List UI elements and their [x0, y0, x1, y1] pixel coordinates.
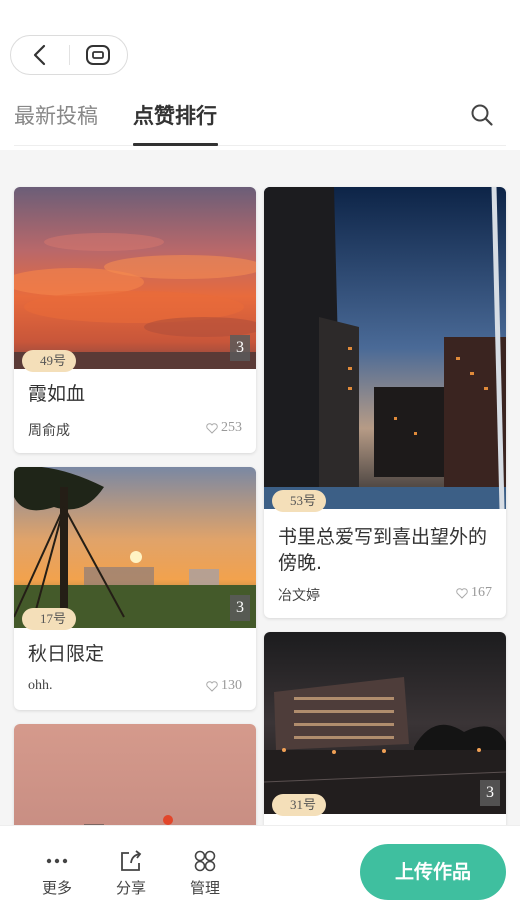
heart-icon	[206, 422, 218, 434]
back-button[interactable]	[11, 36, 69, 74]
photo-card[interactable]	[14, 724, 256, 825]
manage-label: 管理	[189, 879, 220, 897]
share-label: 分享	[115, 879, 146, 897]
entry-number-badge: 49号	[22, 350, 77, 372]
photo-card[interactable]: 31号 3	[264, 632, 506, 825]
image-count-badge: 3	[230, 595, 250, 621]
like-count[interactable]: 167	[456, 585, 492, 601]
upload-work-button[interactable]: 上传作品	[360, 844, 506, 900]
like-count-value: 167	[471, 585, 492, 600]
image-count-badge: 3	[480, 780, 500, 806]
nav-capsule	[10, 35, 128, 75]
card-title: 霞如血	[28, 383, 86, 405]
photo-autumn-sunset-tree	[14, 467, 256, 628]
card-author: ohh.	[28, 678, 53, 693]
tab-bar: 最新投稿 点赞排行	[0, 95, 520, 147]
tab-active-indicator	[133, 143, 218, 146]
photo-card[interactable]: 49号 3 霞如血 周俞成 253	[14, 187, 256, 453]
card-title: 书里总爱写到喜出望外的傍晚.	[278, 526, 488, 574]
photo-pink-sky	[14, 724, 256, 825]
heart-icon	[456, 587, 468, 599]
photo-feed[interactable]: 49号 3 霞如血 周俞成 253 53号 书里总爱写到喜出望外的傍晚. 冶文婷…	[0, 150, 520, 825]
search-icon	[471, 104, 493, 126]
entry-number-badge: 17号	[22, 608, 77, 630]
entry-number-badge: 31号	[272, 794, 327, 816]
entry-number-badge: 53号	[272, 490, 327, 512]
photo-card[interactable]: 17号 3 秋日限定 ohh. 130	[14, 467, 256, 710]
card-author: 周俞成	[28, 424, 70, 439]
more-label: 更多	[41, 879, 72, 897]
tab-divider	[14, 145, 506, 146]
chevron-left-icon	[33, 44, 45, 66]
manage-grid-icon	[194, 850, 216, 872]
photo-dusk-buildings	[264, 187, 506, 509]
heart-icon	[206, 680, 218, 692]
capsule-home-icon	[86, 45, 111, 65]
like-count-value: 130	[221, 678, 242, 693]
image-count-badge: 3	[230, 335, 250, 361]
manage-button[interactable]: 管理	[180, 848, 230, 898]
share-icon	[121, 850, 142, 871]
photo-sunset-clouds	[14, 187, 256, 369]
more-button[interactable]: 更多	[32, 848, 82, 898]
photo-card[interactable]: 53号 书里总爱写到喜出望外的傍晚. 冶文婷 167	[264, 187, 506, 618]
like-count[interactable]: 253	[206, 420, 242, 436]
photo-night-campus	[264, 632, 506, 814]
tab-latest[interactable]: 最新投稿	[14, 100, 98, 130]
tab-likes-ranking[interactable]: 点赞排行	[133, 100, 217, 130]
share-button[interactable]: 分享	[106, 848, 156, 898]
bottom-action-bar: 更多 分享 管理 上传作品	[0, 825, 520, 920]
home-button[interactable]	[69, 36, 127, 74]
card-author: 冶文婷	[278, 589, 320, 604]
more-dots-icon	[46, 858, 68, 864]
like-count-value: 253	[221, 420, 242, 435]
card-title: 秋日限定	[28, 643, 105, 665]
like-count[interactable]: 130	[206, 678, 242, 694]
search-button[interactable]	[470, 103, 494, 131]
